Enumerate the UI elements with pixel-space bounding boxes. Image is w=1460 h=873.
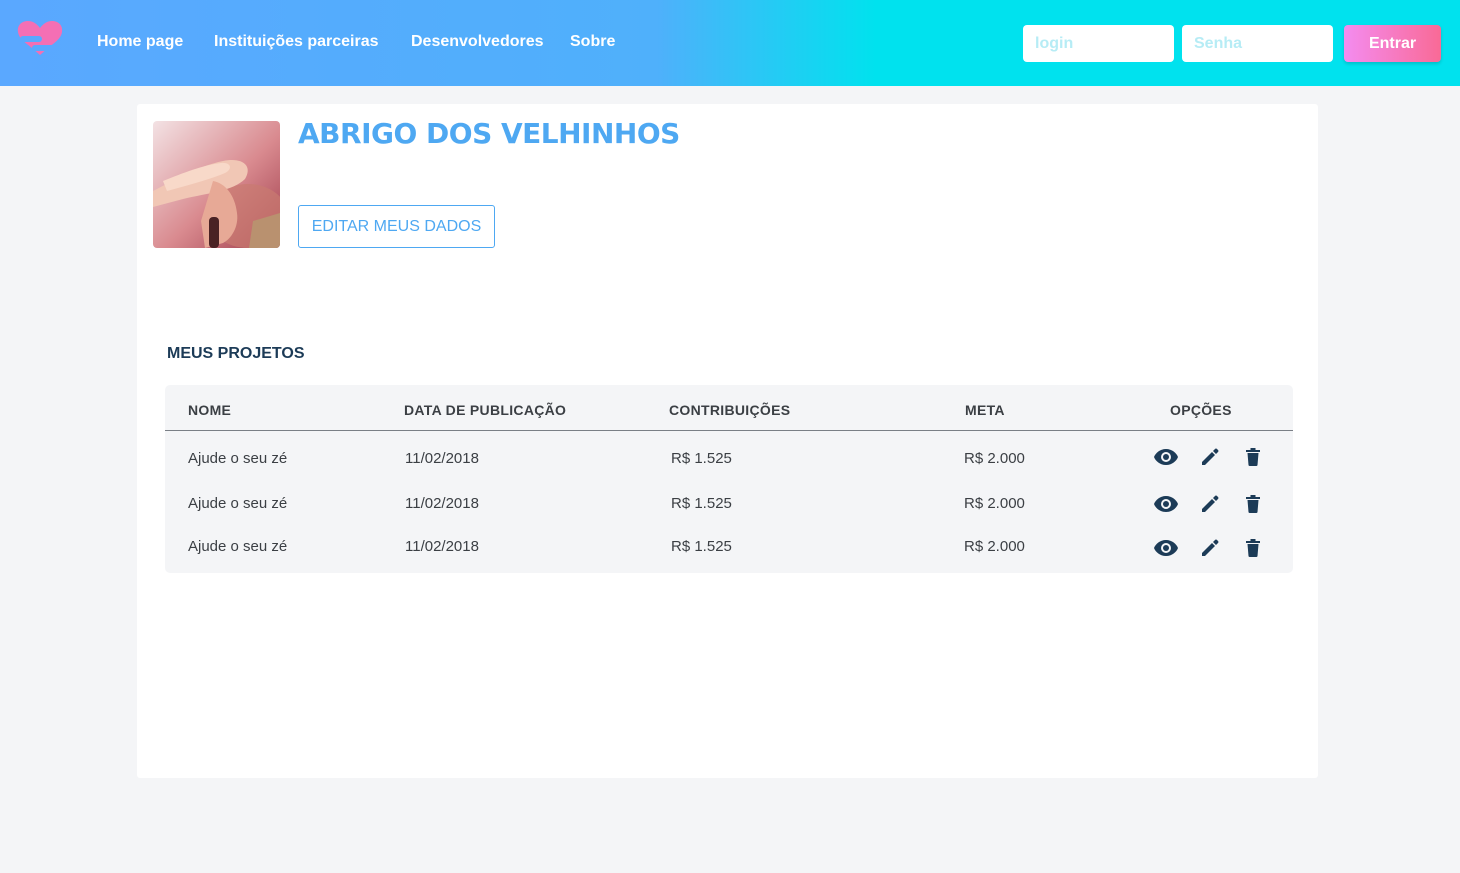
nav-home[interactable]: Home page [97,31,183,53]
trash-icon[interactable] [1240,492,1266,516]
eye-icon[interactable] [1153,492,1179,516]
profile-photo [153,121,280,248]
project-date-cell: 11/02/2018 [405,538,479,555]
profile-card: ABRIGO DOS VELHINHOS EDITAR MEUS DADOS M… [137,104,1318,778]
project-contributions-cell: R$ 1.525 [671,495,732,512]
heart-logo-icon[interactable] [16,17,64,65]
table-header-divider [165,430,1293,431]
column-header-name: NOME [188,402,232,418]
trash-icon[interactable] [1240,445,1266,469]
projects-section-title: MEUS PROJETOS [167,345,305,362]
edit-profile-button[interactable]: EDITAR MEUS DADOS [298,205,495,248]
top-navbar: Home page Instituições parceiras Desenvo… [0,0,1460,86]
pencil-icon[interactable] [1197,445,1223,469]
projects-table: NOME DATA DE PUBLICAÇÃO CONTRIBUIÇÕES ME… [165,385,1293,573]
project-name-cell: Ajude o seu zé [188,450,288,467]
project-contributions-cell: R$ 1.525 [671,538,732,555]
nav-developers[interactable]: Desenvolvedores [411,31,544,53]
eye-icon[interactable] [1153,445,1179,469]
login-input[interactable] [1023,25,1174,62]
project-goal-cell: R$ 2.000 [964,450,1025,467]
project-goal-cell: R$ 2.000 [964,495,1025,512]
nav-partner-institutions[interactable]: Instituições parceiras [214,31,379,53]
column-header-contributions: CONTRIBUIÇÕES [669,402,791,418]
table-row: Ajude o seu zé 11/02/2018 R$ 1.525 R$ 2.… [165,439,1293,479]
project-name-cell: Ajude o seu zé [188,538,288,555]
table-row: Ajude o seu zé 11/02/2018 R$ 1.525 R$ 2.… [165,484,1293,524]
column-header-goal: META [965,402,1005,418]
column-header-date: DATA DE PUBLICAÇÃO [404,402,567,418]
eye-icon[interactable] [1153,536,1179,560]
project-name-cell: Ajude o seu zé [188,495,288,512]
project-date-cell: 11/02/2018 [405,450,479,467]
table-row: Ajude o seu zé 11/02/2018 R$ 1.525 R$ 2.… [165,527,1293,567]
project-goal-cell: R$ 2.000 [964,538,1025,555]
pencil-icon[interactable] [1197,536,1223,560]
pencil-icon[interactable] [1197,492,1223,516]
organization-name: ABRIGO DOS VELHINHOS [298,117,680,150]
column-header-options: OPÇÕES [1170,402,1232,418]
password-input[interactable] [1182,25,1333,62]
login-button[interactable]: Entrar [1344,25,1441,62]
project-date-cell: 11/02/2018 [405,495,479,512]
trash-icon[interactable] [1240,536,1266,560]
nav-about[interactable]: Sobre [570,31,615,53]
project-contributions-cell: R$ 1.525 [671,450,732,467]
